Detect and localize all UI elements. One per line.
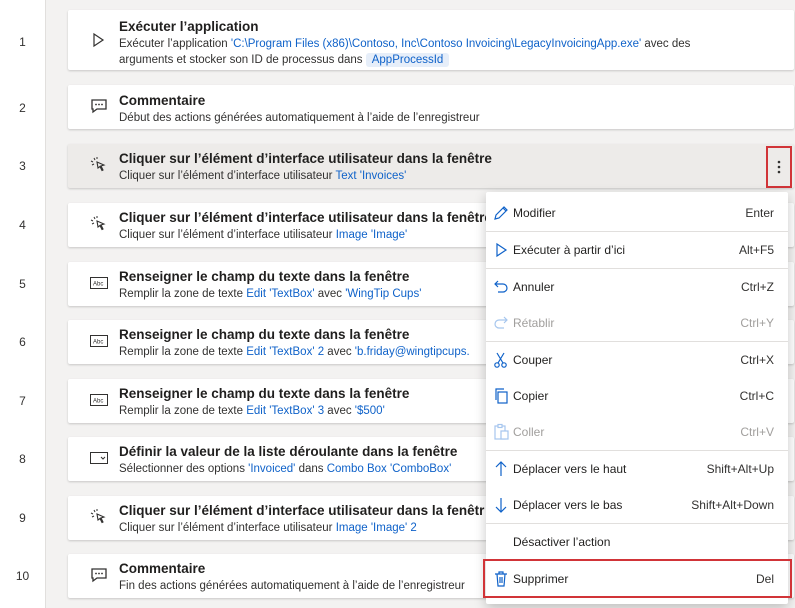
svg-text:Abc: Abc	[93, 340, 103, 346]
line-number: 9	[19, 511, 26, 525]
dropdown-icon	[90, 451, 110, 471]
menu-item-disable-action[interactable]: Désactiver l’action	[486, 524, 788, 560]
menu-item-copy[interactable]: Copier Ctrl+C	[486, 378, 788, 414]
action-title: Renseigner le champ du texte dans la fen…	[119, 269, 410, 284]
action-description: Exécuter l’application 'C:\Program Files…	[119, 38, 691, 67]
menu-item-move-down[interactable]: Déplacer vers le bas Shift+Alt+Down	[486, 487, 788, 523]
copy-icon	[492, 387, 510, 405]
redo-icon	[492, 314, 510, 332]
arrow-up-icon	[492, 460, 510, 478]
svg-text:Abc: Abc	[93, 282, 103, 288]
play-icon	[492, 241, 510, 259]
action-title: Renseigner le champ du texte dans la fen…	[119, 386, 410, 401]
action-card-comment[interactable]: Commentaire Début des actions générées a…	[68, 85, 794, 129]
textbox-icon: Abc	[90, 393, 110, 413]
action-title: Commentaire	[119, 561, 206, 576]
action-title: Cliquer sur l’élément d’interface utilis…	[119, 151, 492, 166]
menu-item-paste[interactable]: Coller Ctrl+V	[486, 414, 788, 450]
line-number: 2	[19, 101, 26, 115]
play-icon	[90, 32, 110, 52]
action-title: Renseigner le champ du texte dans la fen…	[119, 327, 410, 342]
action-card-run-application[interactable]: Exécuter l’application Exécuter l’applic…	[68, 10, 794, 70]
textbox-icon: Abc	[90, 276, 110, 296]
more-vertical-icon	[777, 160, 781, 174]
menu-item-delete[interactable]: Supprimer Del	[486, 561, 788, 597]
comment-icon	[90, 567, 110, 587]
undo-icon	[492, 278, 510, 296]
svg-text:Abc: Abc	[93, 399, 103, 405]
action-title: Définir la valeur de la liste déroulante…	[119, 444, 458, 459]
action-card-click-ui-element-selected[interactable]: Cliquer sur l’élément d’interface utilis…	[68, 144, 794, 188]
variable-chip[interactable]: AppProcessId	[365, 53, 450, 67]
arrow-down-icon	[492, 496, 510, 514]
menu-item-edit[interactable]: Modifier Enter	[486, 195, 788, 231]
menu-item-move-up[interactable]: Déplacer vers le haut Shift+Alt+Up	[486, 451, 788, 487]
line-number: 10	[15, 569, 30, 583]
menu-item-redo[interactable]: Rétablir Ctrl+Y	[486, 305, 788, 341]
trash-icon	[492, 570, 510, 588]
action-description: Début des actions générées automatiqueme…	[119, 112, 480, 124]
action-title: Exécuter l’application	[119, 19, 259, 34]
action-title: Cliquer sur l’élément d’interface utilis…	[119, 503, 485, 518]
click-icon	[90, 508, 110, 528]
context-menu: Modifier Enter Exécuter à partir d’ici Alt…	[486, 192, 788, 604]
line-number: 4	[19, 218, 26, 232]
menu-item-undo[interactable]: Annuler Ctrl+Z	[486, 269, 788, 305]
click-icon	[90, 156, 110, 176]
line-number: 1	[19, 35, 26, 49]
line-number: 3	[19, 159, 26, 173]
line-number: 5	[19, 277, 26, 291]
click-icon	[90, 215, 110, 235]
pencil-icon	[492, 204, 510, 222]
more-options-button[interactable]	[766, 146, 792, 188]
line-number: 8	[19, 452, 26, 466]
comment-icon	[90, 98, 110, 118]
action-title: Commentaire	[119, 93, 206, 108]
line-number: 6	[19, 335, 26, 349]
menu-item-cut[interactable]: Couper Ctrl+X	[486, 342, 788, 378]
menu-item-run-from-here[interactable]: Exécuter à partir d’ici Alt+F5	[486, 232, 788, 268]
paste-icon	[492, 423, 510, 441]
textbox-icon: Abc	[90, 334, 110, 354]
scissors-icon	[492, 351, 510, 369]
action-title: Cliquer sur l’élément d’interface utilis…	[119, 210, 492, 225]
action-description: Cliquer sur l’élément d’interface utilis…	[119, 170, 407, 182]
line-number: 7	[19, 394, 26, 408]
